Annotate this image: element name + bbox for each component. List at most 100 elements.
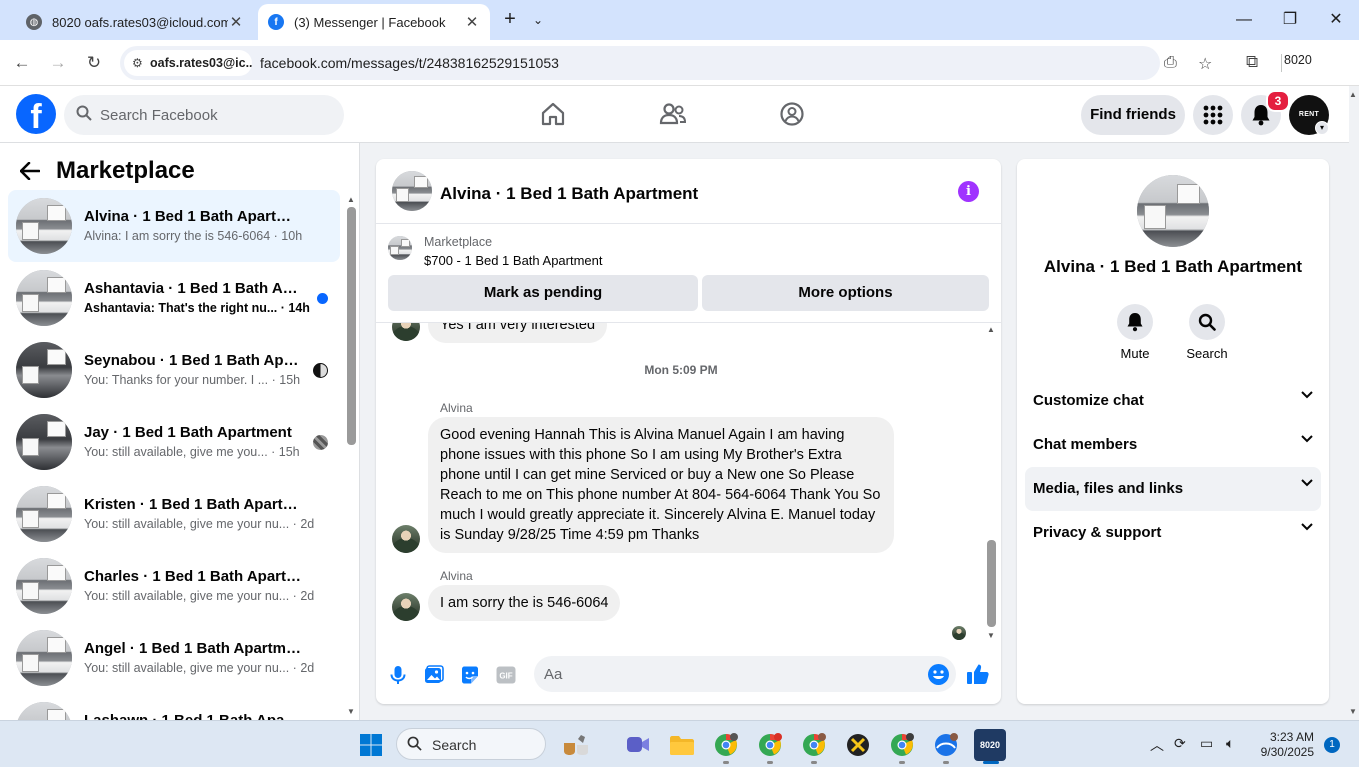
menu-grid-icon[interactable] — [1193, 95, 1233, 135]
close-tab-icon[interactable]: ✕ — [464, 13, 480, 31]
scroll-up-arrow-icon[interactable]: ▲ — [347, 195, 355, 204]
network-icon[interactable]: ▭ — [1200, 735, 1213, 752]
emoji-icon[interactable] — [928, 664, 949, 685]
read-receipt-avatar — [952, 626, 966, 640]
close-window-icon[interactable]: ✕ — [1313, 0, 1359, 40]
listing-title[interactable]: $700 - 1 Bed 1 Bath Apartment — [424, 253, 603, 268]
privacy-support-section[interactable]: Privacy & support — [1025, 511, 1321, 555]
page-scroll-up-arrow-icon[interactable]: ▲ — [1349, 90, 1357, 99]
extensions-puzzle-icon[interactable]: ⧉ — [1246, 52, 1258, 72]
notification-center-badge[interactable]: 1 — [1324, 737, 1340, 753]
app-8020-icon[interactable]: 8020 — [974, 729, 1006, 761]
reload-icon[interactable]: ↻ — [80, 49, 108, 77]
listing-photo[interactable] — [1137, 175, 1209, 247]
taskbar-clock[interactable]: 3:23 AM 9/30/2025 — [1258, 730, 1314, 760]
forward-arrow-icon[interactable]: → — [44, 49, 72, 77]
search-in-chat-button[interactable]: Search — [1177, 304, 1237, 361]
conversation-sidebar: Marketplace Alvina · 1 Bed 1 Bath Apartm… — [0, 143, 360, 720]
address-bar[interactable]: ⚙ oafs.rates03@ic... facebook.com/messag… — [120, 46, 1212, 80]
back-arrow-icon[interactable]: ← — [8, 49, 36, 77]
find-friends-button[interactable]: Find friends — [1081, 95, 1185, 135]
chat-listing-thumbnail[interactable] — [392, 171, 432, 211]
sender-avatar[interactable] — [392, 525, 420, 553]
site-info-chip[interactable]: ⚙ oafs.rates03@ic... — [124, 50, 252, 76]
mute-button[interactable]: Mute — [1105, 304, 1165, 361]
people-tea-icon[interactable] — [560, 729, 592, 761]
notification-count-badge: 3 — [1266, 90, 1290, 112]
profile-chip[interactable]: 8020 — [1284, 53, 1312, 67]
chrome-profile-2-icon[interactable] — [754, 729, 786, 761]
more-options-button[interactable]: More options — [702, 275, 989, 311]
thumbs-up-icon[interactable] — [966, 662, 990, 686]
chat-scrollbar[interactable] — [987, 540, 996, 627]
conversation-item[interactable]: Lashawn · 1 Bed 1 Bath Apartment — [8, 694, 340, 720]
sticker-icon[interactable] — [458, 663, 482, 687]
new-tab-icon[interactable]: + — [498, 8, 522, 32]
section-title: Privacy & support — [1033, 524, 1162, 541]
tab-title: 8020 oafs.rates03@icloud.com — [52, 14, 228, 30]
chrome-profile-5-icon[interactable] — [930, 729, 962, 761]
running-indicator — [767, 761, 773, 764]
show-hidden-icons-chevron-icon[interactable]: ︿ — [1150, 735, 1164, 755]
facebook-search[interactable] — [64, 95, 344, 135]
listing-thumbnail-small[interactable] — [388, 236, 412, 260]
install-app-icon[interactable]: ⎙ — [1164, 54, 1177, 72]
back-arrow-icon[interactable] — [19, 160, 41, 186]
sync-status-icon[interactable]: ⟳ — [1174, 735, 1186, 752]
chrome-profile-3-icon[interactable] — [798, 729, 830, 761]
taskbar-search-label: Search — [432, 737, 477, 753]
active-app-indicator — [983, 761, 999, 764]
sender-avatar[interactable] — [392, 323, 420, 341]
page-scroll-down-arrow-icon[interactable]: ▼ — [1349, 707, 1357, 716]
chat-title[interactable]: Alvina · 1 Bed 1 Bath Apartment — [440, 184, 698, 204]
file-explorer-icon[interactable] — [666, 729, 698, 761]
scroll-down-arrow-icon[interactable]: ▼ — [987, 631, 995, 640]
gif-icon[interactable]: GIF — [494, 663, 518, 687]
listing-thumbnail — [16, 342, 72, 398]
facebook-search-input[interactable] — [100, 95, 330, 135]
sender-avatar[interactable] — [392, 593, 420, 621]
conversation-item[interactable]: Charles · 1 Bed 1 Bath Apartment You: st… — [8, 550, 340, 622]
sidebar-scrollbar[interactable] — [347, 207, 356, 445]
url-text[interactable]: facebook.com/messages/t/2483816252915105… — [260, 55, 559, 71]
customize-chat-section[interactable]: Customize chat — [1025, 379, 1321, 423]
photo-attach-icon[interactable] — [422, 663, 446, 687]
info-icon[interactable]: i — [958, 181, 979, 202]
close-tab-icon[interactable]: ✕ — [228, 13, 244, 31]
chat-members-section[interactable]: Chat members — [1025, 423, 1321, 467]
bookmark-star-icon[interactable]: ☆ — [1198, 54, 1212, 74]
browser-tab-messenger[interactable]: f (3) Messenger | Facebook ✕ — [258, 4, 490, 40]
chrome-profile-1-icon[interactable] — [710, 729, 742, 761]
chevron-down-icon[interactable]: ▾ — [1315, 121, 1329, 135]
scroll-down-arrow-icon[interactable]: ▼ — [347, 707, 355, 716]
conversation-item[interactable]: Jay · 1 Bed 1 Bath Apartment You: still … — [8, 406, 340, 478]
search-icon — [1189, 304, 1225, 340]
taskbar-search[interactable]: Search — [396, 728, 546, 760]
conversation-item[interactable]: Seynabou · 1 Bed 1 Bath Apart... You: Th… — [8, 334, 340, 406]
restore-window-icon[interactable]: ❐ — [1267, 0, 1313, 40]
conversation-item[interactable]: Angel · 1 Bed 1 Bath Apartment You: stil… — [8, 622, 340, 694]
volume-icon[interactable]: 🔈︎ — [1226, 735, 1234, 752]
conversation-item[interactable]: Alvina · 1 Bed 1 Bath Apartment Alvina: … — [8, 190, 340, 262]
conversation-item[interactable]: Ashantavia · 1 Bed 1 Bath Apar... Ashant… — [8, 262, 340, 334]
message-input[interactable] — [534, 656, 956, 692]
listing-thumbnail — [16, 486, 72, 542]
chrome-profile-4-icon[interactable] — [886, 729, 918, 761]
microphone-icon[interactable] — [386, 663, 410, 687]
windows-start-icon[interactable] — [355, 729, 387, 761]
browser-tab-icloud[interactable]: ◍ 8020 oafs.rates03@icloud.com ✕ — [16, 4, 254, 40]
gaming-icon[interactable] — [774, 96, 810, 132]
video-chat-icon[interactable] — [622, 729, 654, 761]
conversation-item[interactable]: Kristen · 1 Bed 1 Bath Apartment You: st… — [8, 478, 340, 550]
conversation-name: Seynabou · 1 Bed 1 Bath Apart... — [84, 352, 304, 369]
tab-search-chevron-icon[interactable]: ⌄ — [528, 8, 548, 32]
facebook-logo-icon[interactable]: f — [16, 94, 56, 134]
mark-as-pending-button[interactable]: Mark as pending — [388, 275, 698, 311]
media-files-links-section[interactable]: Media, files and links — [1025, 467, 1321, 511]
xbox-app-icon[interactable] — [842, 729, 874, 761]
friends-icon[interactable] — [655, 96, 691, 132]
home-icon[interactable] — [535, 96, 571, 132]
minimize-window-icon[interactable]: — — [1221, 0, 1267, 40]
toolbar-divider — [1281, 54, 1282, 72]
scroll-up-arrow-icon[interactable]: ▲ — [987, 325, 995, 334]
